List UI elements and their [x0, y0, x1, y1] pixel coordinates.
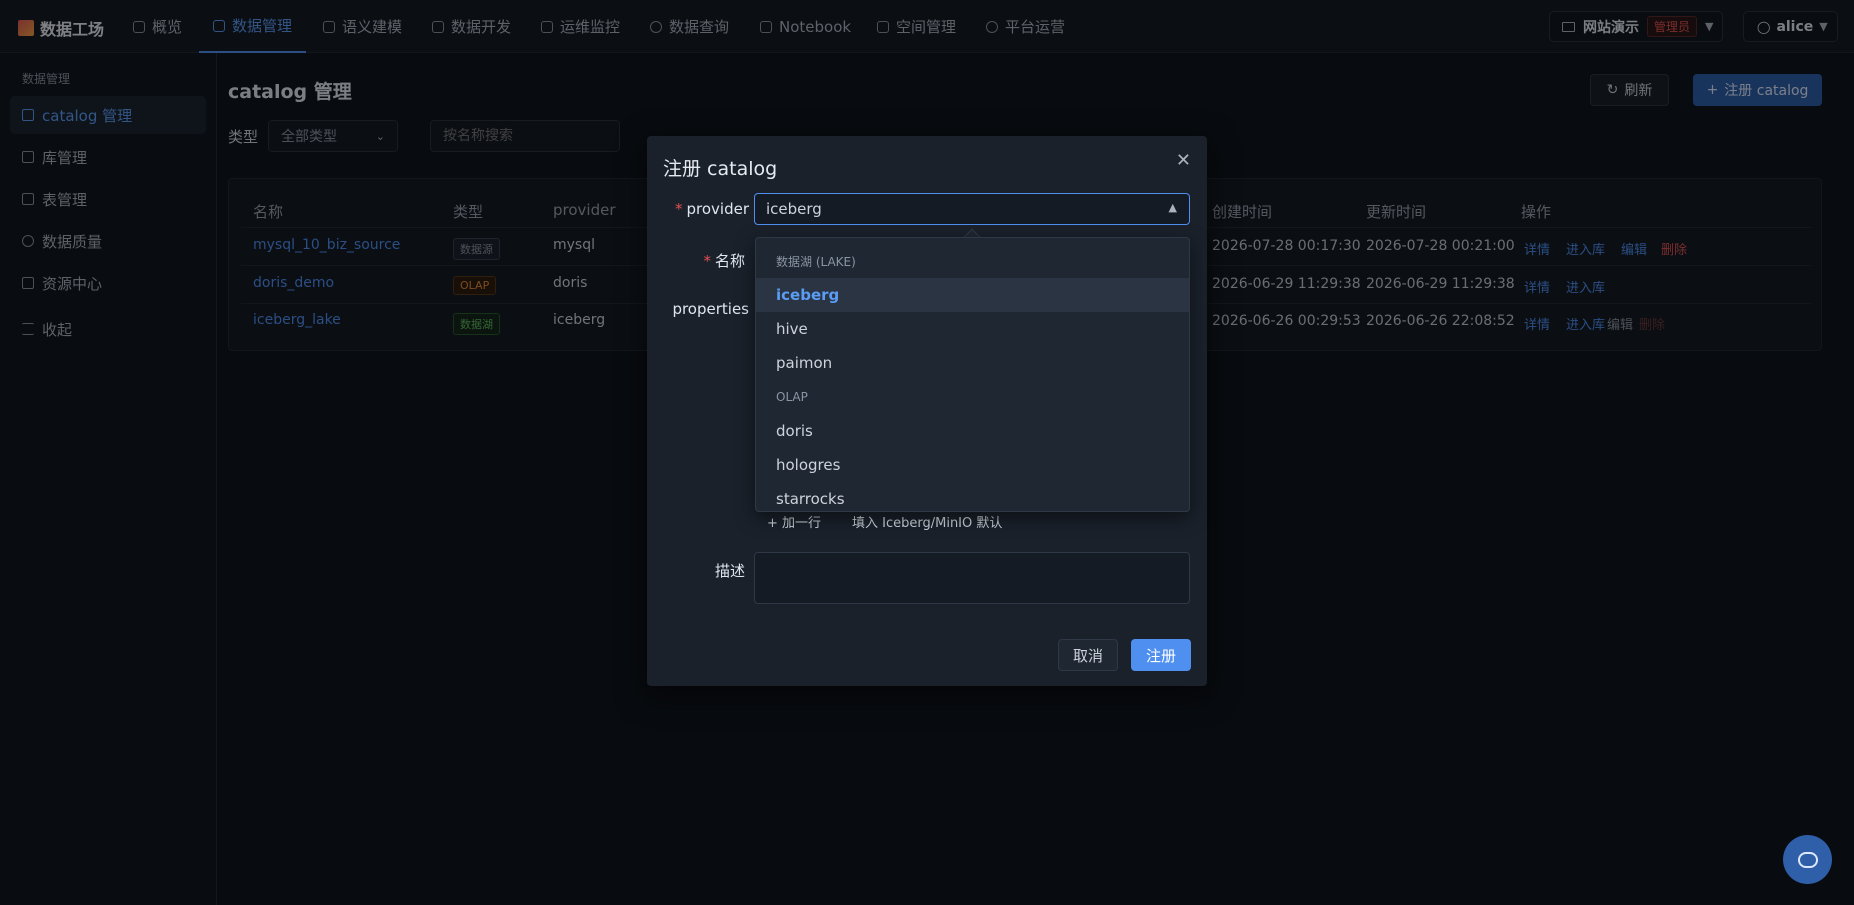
add-row-button[interactable]: + 加一行	[767, 512, 821, 531]
submit-button[interactable]: 注册	[1131, 639, 1191, 671]
group-label-lake: 数据湖 (LAKE)	[776, 255, 856, 269]
chat-button[interactable]	[1783, 835, 1832, 884]
group-label-olap: OLAP	[776, 390, 808, 404]
modal-title: 注册 catalog	[663, 158, 778, 180]
option-iceberg[interactable]: iceberg	[756, 278, 1189, 312]
provider-dropdown: 数据湖 (LAKE) iceberg hive paimon OLAP dori…	[755, 237, 1190, 512]
description-textarea[interactable]	[754, 552, 1190, 604]
close-icon[interactable]: ✕	[1176, 150, 1191, 171]
option-starrocks[interactable]: starrocks	[756, 482, 1189, 511]
description-label: 描述	[714, 562, 745, 580]
provider-label: * provider	[675, 200, 749, 218]
provider-select[interactable]: iceberg ▲	[754, 193, 1190, 225]
fill-default-button[interactable]: 填入 Iceberg/MinIO 默认	[852, 512, 1002, 531]
option-doris[interactable]: doris	[756, 414, 1189, 448]
option-paimon[interactable]: paimon	[756, 346, 1189, 380]
chevron-up-icon: ▲	[1168, 201, 1177, 214]
cancel-button[interactable]: 取消	[1058, 639, 1118, 671]
option-hive[interactable]: hive	[756, 312, 1189, 346]
option-hologres[interactable]: hologres	[756, 448, 1189, 482]
chat-icon	[1797, 851, 1818, 868]
properties-label: properties	[672, 300, 749, 318]
name-label: * 名称	[703, 252, 745, 270]
